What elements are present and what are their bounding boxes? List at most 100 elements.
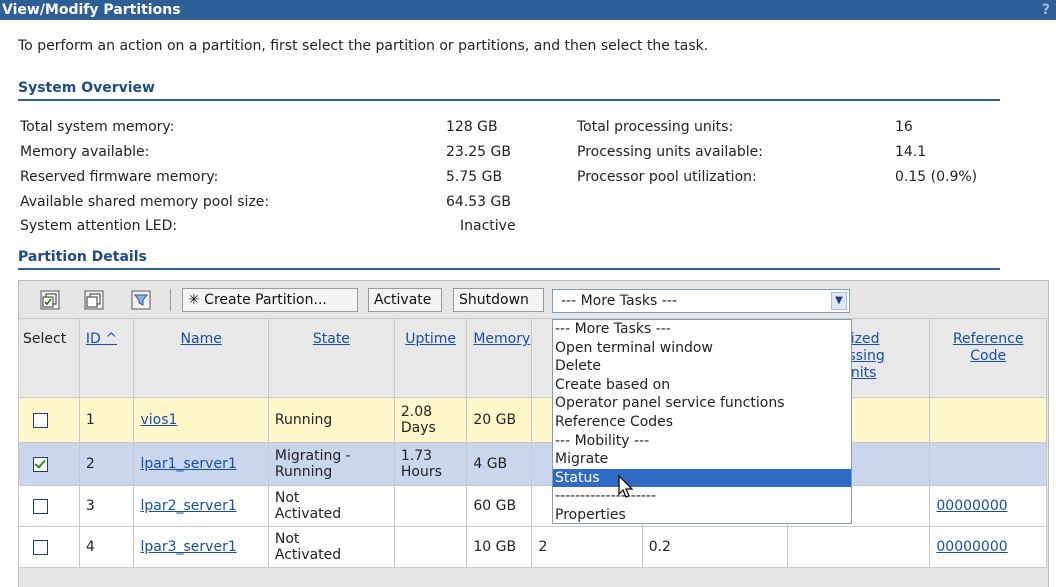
column-header-reference-code[interactable]: Reference Code	[929, 318, 1047, 398]
filter-icon[interactable]	[131, 290, 151, 310]
more-tasks-dropdown-list[interactable]: --- More Tasks --- Open terminal window …	[552, 319, 852, 524]
state-text: Not	[274, 531, 300, 547]
reference-code-cell	[929, 397, 1047, 443]
sort-link-name[interactable]: Name	[181, 331, 222, 347]
state-cell: Not Activated	[267, 485, 395, 527]
menu-item-more-tasks[interactable]: --- More Tasks ---	[553, 320, 851, 339]
processing-units-cell: 0.2	[641, 526, 788, 568]
select-cell[interactable]	[18, 397, 80, 443]
state-text: Activated	[274, 506, 342, 522]
sort-link-id[interactable]: ID ^	[86, 331, 117, 347]
instructions-text: To perform an action on a partition, fir…	[18, 38, 709, 54]
more-tasks-select[interactable]: --- More Tasks --- ▼	[552, 289, 850, 313]
column-header-uptime[interactable]: Uptime	[393, 318, 468, 398]
memory-cell: 60 GB	[466, 485, 533, 527]
activate-button[interactable]: Activate	[368, 288, 442, 312]
sort-link-memory[interactable]: Memory	[473, 331, 530, 347]
overview-label: Total processing units:	[577, 119, 734, 135]
state-text: Activated	[274, 547, 342, 563]
overview-label: Available shared memory pool size:	[20, 194, 270, 210]
uptime-cell	[393, 526, 468, 568]
partition-name-link[interactable]: lpar3_server1	[140, 539, 236, 555]
reference-code-cell[interactable]: 00000000	[929, 526, 1047, 568]
overview-label: Reserved firmware memory:	[20, 169, 219, 185]
partition-details-heading: Partition Details	[18, 249, 147, 265]
id-cell: 3	[78, 485, 135, 527]
sort-link-state[interactable]: State	[313, 331, 350, 347]
menu-item-reference-codes[interactable]: Reference Codes	[553, 413, 851, 432]
row-checkbox[interactable]	[33, 456, 48, 472]
help-icon[interactable]: ?	[1042, 0, 1050, 20]
reference-code-link[interactable]: 00000000	[936, 539, 1007, 555]
menu-item-status[interactable]: Status	[553, 468, 851, 488]
partition-name-link[interactable]: lpar1_server1	[140, 456, 236, 472]
state-cell: Not Activated	[267, 526, 395, 568]
overview-value: 0.15 (0.9%)	[895, 169, 978, 185]
state-text: Running	[274, 464, 333, 480]
menu-item-open-terminal-window[interactable]: Open terminal window	[553, 339, 851, 358]
partitions-table: Select ID ^ Name State Uptime Memory til…	[18, 318, 1047, 568]
overview-value: 64.53 GB	[446, 194, 511, 210]
uptime-cell: 1.73 Hours	[393, 442, 468, 486]
row-checkbox[interactable]	[33, 412, 48, 428]
menu-separator[interactable]: --------------------	[553, 487, 851, 506]
id-cell: 4	[78, 526, 135, 568]
menu-item-properties[interactable]: Properties	[553, 506, 851, 525]
section-divider	[18, 99, 1000, 101]
overview-label: Processing units available:	[577, 144, 763, 160]
section-divider	[18, 268, 1000, 270]
column-header-memory[interactable]: Memory	[466, 318, 533, 398]
menu-item-delete[interactable]: Delete	[553, 357, 851, 376]
uptime-unit: Days	[400, 420, 436, 436]
reference-code-link[interactable]: 00000000	[936, 498, 1007, 514]
sort-link-reference-code[interactable]: Reference Code	[953, 331, 1024, 364]
name-cell[interactable]: vios1	[133, 397, 269, 443]
shutdown-button[interactable]: Shutdown	[453, 288, 544, 312]
table-row[interactable]: 3 lpar2_server1 Not Activated 60 GB 00000…	[18, 485, 1047, 527]
select-cell[interactable]	[18, 442, 80, 486]
name-cell[interactable]: lpar2_server1	[133, 485, 269, 527]
overview-value: Inactive	[460, 218, 516, 234]
select-cell[interactable]	[18, 485, 80, 527]
table-row[interactable]: 1 vios1 Running 2.08 Days 20 GB	[18, 397, 1047, 443]
row-checkbox[interactable]	[33, 539, 48, 555]
overview-label: System attention LED:	[20, 218, 178, 234]
overview-label: Memory available:	[20, 144, 150, 160]
header-text: Reference	[952, 331, 1024, 347]
chevron-down-icon[interactable]: ▼	[831, 292, 847, 310]
utilized-cell	[786, 526, 931, 568]
overview-label: Processor pool utilization:	[577, 169, 757, 185]
reference-code-cell[interactable]: 00000000	[929, 485, 1047, 527]
name-cell[interactable]: lpar3_server1	[133, 526, 269, 568]
state-cell: Running	[267, 397, 395, 443]
column-header-name[interactable]: Name	[133, 318, 269, 398]
create-partition-button[interactable]: ✳ Create Partition...	[182, 288, 358, 312]
memory-cell: 10 GB	[466, 526, 533, 568]
uptime-cell: 2.08 Days	[393, 397, 468, 443]
menu-item-operator-panel-service-functions[interactable]: Operator panel service functions	[553, 394, 851, 413]
select-cell[interactable]	[18, 526, 80, 568]
state-cell: Migrating - Running	[267, 442, 395, 486]
table-row[interactable]: 4 lpar3_server1 Not Activated 10 GB 2 0.2…	[18, 526, 1047, 568]
column-header-id[interactable]: ID ^	[78, 318, 135, 398]
name-cell[interactable]: lpar1_server1	[133, 442, 269, 486]
row-checkbox[interactable]	[33, 498, 48, 514]
mouse-pointer-icon	[618, 474, 636, 503]
partition-name-link[interactable]: vios1	[140, 412, 177, 428]
overview-value: 128 GB	[446, 119, 498, 135]
menu-group-mobility[interactable]: --- Mobility ---	[553, 432, 851, 451]
overview-value: 5.75 GB	[446, 169, 503, 185]
state-text: Not	[274, 490, 300, 506]
partition-name-link[interactable]: lpar2_server1	[140, 498, 236, 514]
sort-link-uptime[interactable]: Uptime	[405, 331, 456, 347]
table-row[interactable]: 2 lpar1_server1 Migrating - Running 1.73 H…	[18, 442, 1047, 486]
toolbar-separator	[170, 289, 171, 311]
menu-item-create-based-on[interactable]: Create based on	[553, 376, 851, 395]
column-header-state[interactable]: State	[267, 318, 395, 398]
deselect-all-icon[interactable]	[84, 290, 104, 310]
overview-value: 14.1	[895, 144, 927, 160]
select-all-icon[interactable]	[40, 290, 60, 310]
uptime-unit: Hours	[400, 464, 442, 480]
menu-item-migrate[interactable]: Migrate	[553, 450, 851, 469]
state-text: Migrating -	[274, 448, 351, 464]
